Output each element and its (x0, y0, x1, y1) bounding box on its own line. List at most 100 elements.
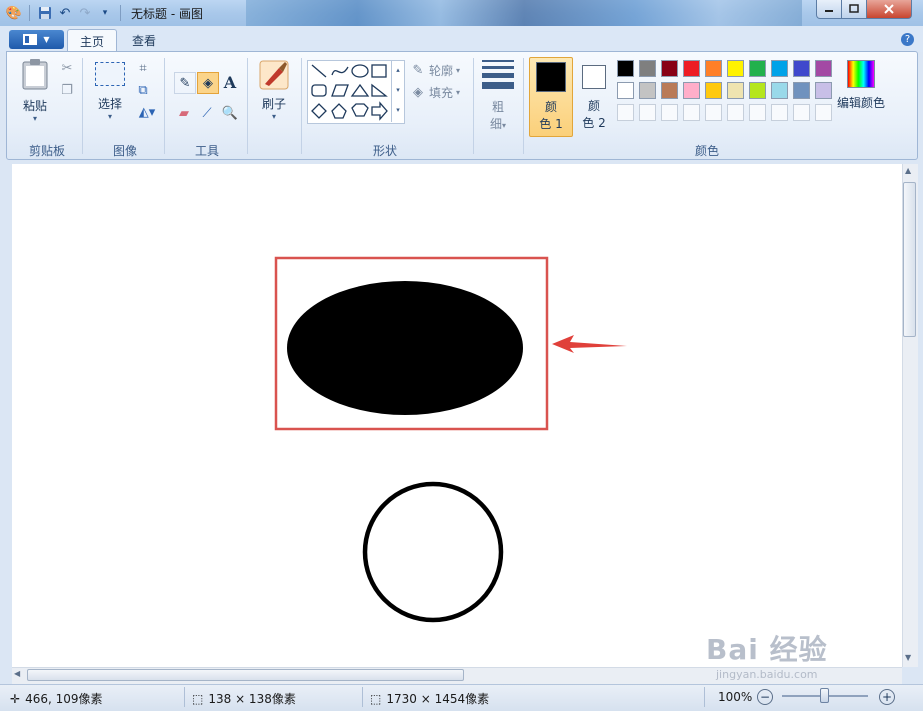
palette-swatch[interactable] (771, 82, 788, 99)
maximize-button[interactable] (841, 0, 867, 19)
outline-icon: ✎ (412, 63, 424, 78)
brush-icon (259, 60, 289, 90)
palette-swatch-empty[interactable] (705, 104, 722, 121)
outline-label: 轮廓 (429, 64, 454, 78)
palette-swatch[interactable] (705, 60, 722, 77)
desktop-background-strip (246, 0, 802, 26)
size-button[interactable]: 粗 细▾ (481, 60, 515, 132)
palette-swatch-empty[interactable] (771, 104, 788, 121)
palette-swatch-empty[interactable] (749, 104, 766, 121)
paste-label: 粘贴 (22, 99, 47, 113)
close-icon (884, 4, 894, 14)
palette-swatch[interactable] (727, 60, 744, 77)
edit-colors-button[interactable]: 编辑颜色 (835, 60, 887, 111)
save-icon[interactable] (37, 5, 53, 21)
resize-icon[interactable]: ⧉ (135, 82, 151, 98)
color2-label-line2: 色 2 (582, 116, 606, 130)
chevron-down-icon: ▾ (502, 121, 507, 130)
edit-colors-label: 编辑颜色 (836, 96, 885, 110)
image-size: ⬚ 1730 × 1454像素 (370, 690, 489, 707)
palette-swatch-empty[interactable] (639, 104, 656, 121)
palette-swatch[interactable] (815, 60, 832, 77)
cursor-position: ✛ 466, 109像素 (10, 690, 103, 707)
horizontal-scroll-thumb[interactable] (27, 669, 464, 681)
text-icon[interactable]: A (220, 72, 240, 92)
watermark-url: jingyan.baidu.com (716, 668, 818, 681)
color-picker-icon[interactable]: ⟋ (197, 103, 217, 123)
app-menu-button[interactable]: ▼ (9, 30, 64, 49)
palette-swatch[interactable] (661, 82, 678, 99)
palette-swatch-empty[interactable] (793, 104, 810, 121)
palette-swatch-empty[interactable] (727, 104, 744, 121)
palette-swatch[interactable] (793, 60, 810, 77)
zoom-slider-thumb[interactable] (820, 688, 829, 703)
eraser-icon[interactable]: ▰ (174, 103, 194, 123)
palette-swatch[interactable] (771, 60, 788, 77)
fill-label: 填充 (429, 86, 454, 100)
palette-swatch-empty[interactable] (815, 104, 832, 121)
zoom-out-icon[interactable]: − (757, 689, 773, 705)
group-separator (301, 58, 302, 154)
customize-qat-chevron-icon[interactable]: ▾ (97, 5, 113, 21)
cursor-position-text: 466, 109像素 (25, 692, 103, 706)
palette-swatch-empty[interactable] (683, 104, 700, 121)
help-icon[interactable]: ? (901, 33, 914, 46)
tab-home[interactable]: 主页 (67, 29, 118, 53)
rotate-icon[interactable]: ◭▾ (135, 104, 159, 120)
palette-swatch[interactable] (639, 60, 656, 77)
group-label-image: 图像 (112, 144, 137, 158)
color2-swatch (582, 65, 606, 89)
palette-swatch[interactable] (815, 82, 832, 99)
outline-button[interactable]: ✎ 轮廓 ▾ (410, 62, 460, 79)
scroll-up-icon[interactable]: ▲ (905, 166, 911, 175)
group-separator (247, 58, 248, 154)
group-separator (473, 58, 474, 154)
drawing-canvas[interactable] (12, 164, 902, 667)
palette-swatch[interactable] (683, 60, 700, 77)
scroll-down-icon[interactable]: ▼ (905, 653, 911, 662)
palette-swatch[interactable] (661, 60, 678, 77)
palette-swatch[interactable] (727, 82, 744, 99)
palette-swatch-empty[interactable] (617, 104, 634, 121)
select-button[interactable]: 选择 ▾ (91, 62, 129, 121)
ribbon: 粘贴 ▾ ✂ ❐ 剪贴板 选择 ▾ ⌗ ⧉ ◭▾ 图像 ✎ ◈ A ▰ ⟋ 🔍 … (6, 51, 918, 160)
palette-swatch[interactable] (705, 82, 722, 99)
copy-icon[interactable]: ❐ (59, 82, 75, 98)
redo-icon[interactable]: ↷ (77, 5, 93, 21)
color1-label-line1: 颜 (544, 100, 557, 114)
palette-swatch[interactable] (617, 60, 634, 77)
palette-swatch[interactable] (749, 82, 766, 99)
cut-icon[interactable]: ✂ (59, 60, 75, 76)
shapes-scroll[interactable]: ▴ ▾ ▾ (391, 60, 404, 122)
color1-button[interactable]: 颜 色 1 (529, 57, 573, 137)
scroll-left-icon[interactable]: ◀ (14, 669, 20, 678)
shapes-gallery-icons (311, 64, 388, 121)
watermark-logo: Bai 经验 (706, 633, 828, 666)
fill-button[interactable]: ◈ 填充 ▾ (410, 84, 460, 101)
separator (704, 687, 705, 707)
crop-icon[interactable]: ⌗ (135, 60, 151, 76)
palette-swatch[interactable] (749, 60, 766, 77)
size-label-line1: 粗 (491, 100, 504, 114)
tab-view[interactable]: 查看 (120, 29, 168, 52)
fill-bucket-icon[interactable]: ◈ (197, 72, 219, 94)
fill-icon: ◈ (413, 85, 423, 100)
brushes-button[interactable]: 刷子 ▾ (255, 60, 293, 121)
undo-icon[interactable]: ↶ (57, 5, 73, 21)
palette-swatch[interactable] (793, 82, 810, 99)
zoom-in-icon[interactable]: + (879, 689, 895, 705)
palette-swatch-empty[interactable] (661, 104, 678, 121)
close-button[interactable] (866, 0, 912, 19)
palette-swatch[interactable] (639, 82, 656, 99)
chevron-down-icon: ▾ (32, 114, 37, 123)
minimize-button[interactable] (816, 0, 842, 19)
pencil-icon[interactable]: ✎ (174, 72, 196, 94)
paint-app-icon[interactable]: 🎨 (6, 5, 22, 21)
group-separator (82, 58, 83, 154)
paste-button[interactable]: 粘贴 ▾ (16, 58, 54, 130)
magnifier-icon[interactable]: 🔍 (220, 103, 240, 123)
palette-swatch[interactable] (617, 82, 634, 99)
vertical-scroll-thumb[interactable] (903, 182, 916, 337)
palette-swatch[interactable] (683, 82, 700, 99)
color2-button[interactable]: 颜 色 2 (575, 57, 613, 135)
